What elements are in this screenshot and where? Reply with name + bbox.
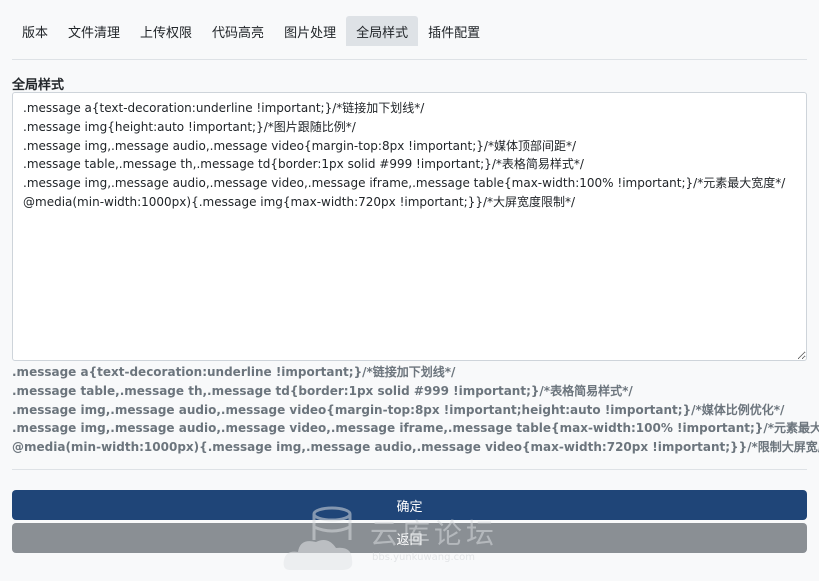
tab-global-style[interactable]: 全局样式 (346, 16, 419, 46)
tab-version[interactable]: 版本 (12, 16, 58, 46)
tab-code-highlight[interactable]: 代码高亮 (202, 16, 274, 46)
back-button-label: 返回 (396, 532, 423, 548)
tab-label: 上传权限 (140, 25, 193, 41)
section-label: 全局样式 (12, 78, 65, 93)
hint-line: .message img,.message audio,.message vid… (12, 402, 785, 417)
tab-label: 插件配置 (428, 25, 481, 41)
watermark-subtext: bbs.yunkuwang.com (372, 552, 476, 563)
tab-label: 代码高亮 (212, 25, 265, 41)
style-hint: .message a{text-decoration:underline !im… (12, 363, 819, 457)
tab-label: 全局样式 (356, 25, 409, 41)
tab-file-cleanup[interactable]: 文件清理 (58, 16, 130, 46)
tab-bar: 版本 文件清理 上传权限 代码高亮 图片处理 全局样式 插件配置 (12, 16, 490, 46)
confirm-button[interactable]: 确定 (12, 490, 807, 520)
divider (12, 59, 807, 60)
hint-line: @media(min-width:1000px){.message img,.m… (12, 440, 819, 455)
confirm-button-label: 确定 (396, 499, 423, 515)
hint-line: .message a{text-decoration:underline !im… (12, 365, 456, 379)
tab-upload-permission[interactable]: 上传权限 (130, 16, 202, 46)
back-button[interactable]: 返回 (12, 523, 807, 553)
hint-line: .message table,.message th,.message td{b… (12, 383, 633, 398)
tab-label: 版本 (22, 25, 49, 41)
hint-line: .message img,.message audio,.message vid… (12, 421, 819, 436)
tab-plugin-config[interactable]: 插件配置 (418, 16, 490, 46)
global-style-textarea[interactable]: .message a{text-decoration:underline !im… (12, 92, 807, 361)
tab-label: 文件清理 (68, 25, 121, 41)
tab-image-processing[interactable]: 图片处理 (274, 16, 346, 46)
divider (12, 469, 807, 470)
tab-label: 图片处理 (284, 25, 337, 41)
